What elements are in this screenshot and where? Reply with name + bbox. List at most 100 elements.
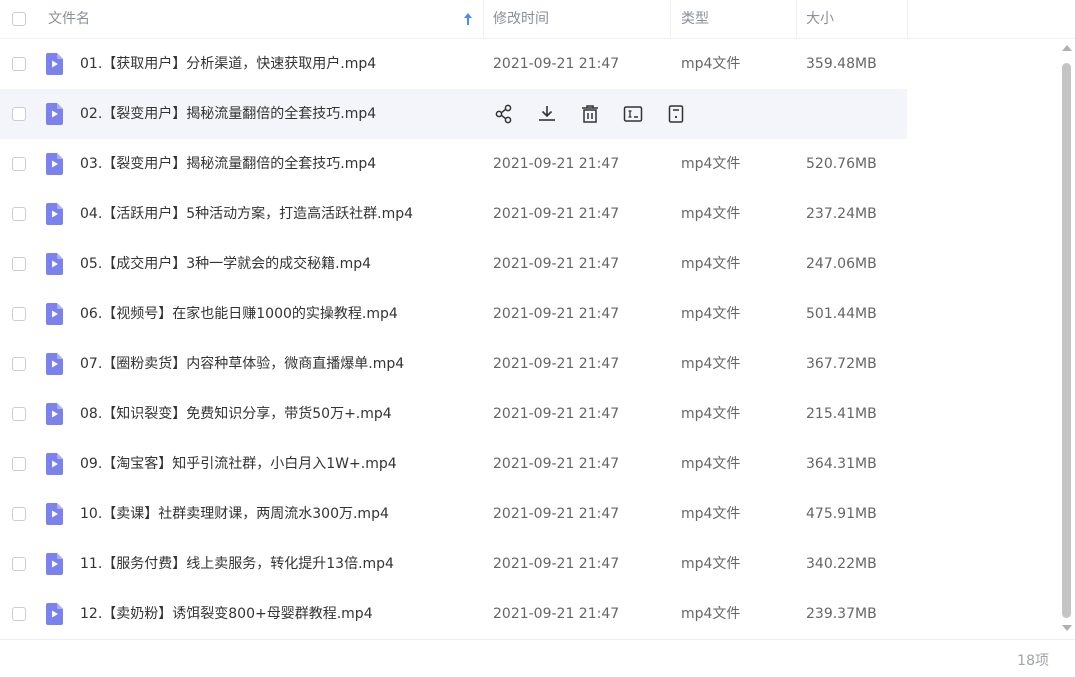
- column-header-time[interactable]: 修改时间: [493, 0, 549, 38]
- file-type: mp4文件: [681, 306, 741, 322]
- select-all-checkbox[interactable]: [12, 12, 26, 26]
- file-modified-time: 2021-09-21 21:47: [493, 256, 620, 272]
- vertical-scrollbar[interactable]: [1058, 39, 1075, 639]
- file-name[interactable]: 06.【视频号】在家也能日赚1000的实操教程.mp4: [80, 289, 398, 339]
- table-row[interactable]: 11.【服务付费】线上卖服务，转化提升13倍.mp4 2021-09-21 21:…: [0, 539, 1055, 589]
- file-type: mp4文件: [681, 506, 741, 522]
- scroll-up-arrow-icon[interactable]: [1062, 45, 1072, 51]
- sort-ascending-icon[interactable]: [463, 12, 473, 26]
- file-size: 475.91MB: [806, 506, 877, 522]
- file-name[interactable]: 07.【圈粉卖货】内容种草体验，微商直播爆单.mp4: [80, 339, 404, 389]
- column-header-name[interactable]: 文件名: [48, 0, 90, 38]
- row-checkbox[interactable]: [12, 607, 26, 621]
- file-size: 367.72MB: [806, 356, 877, 372]
- table-header: 文件名 修改时间 类型 大小: [0, 0, 1075, 39]
- video-file-icon: [44, 503, 64, 525]
- file-size: 520.76MB: [806, 156, 877, 172]
- file-type: mp4文件: [681, 556, 741, 572]
- file-modified-time: 2021-09-21 21:47: [493, 156, 620, 172]
- row-checkbox[interactable]: [12, 507, 26, 521]
- table-row[interactable]: 10.【卖课】社群卖理财课，两周流水300万.mp4 2021-09-21 21:…: [0, 489, 1055, 539]
- video-file-icon: [44, 153, 64, 175]
- row-checkbox[interactable]: [12, 107, 26, 121]
- scroll-down-arrow-icon[interactable]: [1062, 625, 1072, 631]
- delete-icon[interactable]: [579, 103, 601, 125]
- file-size: 215.41MB: [806, 406, 877, 422]
- video-file-icon: [44, 53, 64, 75]
- file-modified-time: 2021-09-21 21:47: [493, 506, 620, 522]
- file-name[interactable]: 02.【裂变用户】揭秘流量翻倍的全套技巧.mp4: [80, 89, 376, 139]
- file-modified-time: 2021-09-21 21:47: [493, 556, 620, 572]
- file-name[interactable]: 11.【服务付费】线上卖服务，转化提升13倍.mp4: [80, 539, 394, 589]
- file-modified-time: 2021-09-21 21:47: [493, 356, 620, 372]
- table-row[interactable]: 08.【知识裂变】免费知识分享，带货50万+.mp4 2021-09-21 21:…: [0, 389, 1055, 439]
- file-type: mp4文件: [681, 356, 741, 372]
- column-divider: [907, 0, 908, 38]
- row-checkbox[interactable]: [12, 57, 26, 71]
- file-name[interactable]: 05.【成交用户】3种一学就会的成交秘籍.mp4: [80, 239, 371, 289]
- file-size: 364.31MB: [806, 456, 877, 472]
- file-name[interactable]: 03.【裂变用户】揭秘流量翻倍的全套技巧.mp4: [80, 139, 376, 189]
- video-file-icon: [44, 303, 64, 325]
- row-checkbox[interactable]: [12, 157, 26, 171]
- table-row[interactable]: 05.【成交用户】3种一学就会的成交秘籍.mp4 2021-09-21 21:47…: [0, 239, 1055, 289]
- row-checkbox[interactable]: [12, 457, 26, 471]
- video-file-icon: [44, 203, 64, 225]
- file-type: mp4文件: [681, 56, 741, 72]
- table-row[interactable]: 04.【活跃用户】5种活动方案，打造高活跃社群.mp4 2021-09-21 21…: [0, 189, 1055, 239]
- row-checkbox[interactable]: [12, 357, 26, 371]
- column-divider: [483, 0, 484, 38]
- table-row[interactable]: 09.【淘宝客】知乎引流社群，小白月入1W+.mp4 2021-09-21 21:…: [0, 439, 1055, 489]
- video-file-icon: [44, 603, 64, 625]
- file-size: 359.48MB: [806, 56, 877, 72]
- file-modified-time: 2021-09-21 21:47: [493, 456, 620, 472]
- table-row[interactable]: 12.【卖奶粉】诱饵裂变800+母婴群教程.mp4 2021-09-21 21:4…: [0, 589, 1055, 639]
- more-icon[interactable]: [665, 103, 687, 125]
- file-modified-time: 2021-09-21 21:47: [493, 406, 620, 422]
- file-type: mp4文件: [681, 606, 741, 622]
- table-row[interactable]: 06.【视频号】在家也能日赚1000的实操教程.mp4 2021-09-21 21…: [0, 289, 1055, 339]
- row-checkbox[interactable]: [12, 557, 26, 571]
- table-row[interactable]: 01.【获取用户】分析渠道，快速获取用户.mp4 2021-09-21 21:47…: [0, 39, 1055, 89]
- file-modified-time: 2021-09-21 21:47: [493, 206, 620, 222]
- row-checkbox[interactable]: [12, 257, 26, 271]
- file-name[interactable]: 01.【获取用户】分析渠道，快速获取用户.mp4: [80, 39, 376, 89]
- row-checkbox[interactable]: [12, 307, 26, 321]
- video-file-icon: [44, 253, 64, 275]
- file-type: mp4文件: [681, 406, 741, 422]
- row-checkbox[interactable]: [12, 407, 26, 421]
- file-size: 340.22MB: [806, 556, 877, 572]
- table-row[interactable]: 03.【裂变用户】揭秘流量翻倍的全套技巧.mp4 2021-09-21 21:47…: [0, 139, 1055, 189]
- row-checkbox[interactable]: [12, 207, 26, 221]
- file-name[interactable]: 09.【淘宝客】知乎引流社群，小白月入1W+.mp4: [80, 439, 397, 489]
- video-file-icon: [44, 103, 64, 125]
- rename-icon[interactable]: [622, 103, 644, 125]
- share-icon[interactable]: [493, 103, 515, 125]
- download-icon[interactable]: [536, 103, 558, 125]
- scrollbar-thumb[interactable]: [1062, 63, 1071, 618]
- file-name[interactable]: 08.【知识裂变】免费知识分享，带货50万+.mp4: [80, 389, 392, 439]
- column-header-type[interactable]: 类型: [681, 0, 709, 38]
- file-name[interactable]: 04.【活跃用户】5种活动方案，打造高活跃社群.mp4: [80, 189, 413, 239]
- file-size: 237.24MB: [806, 206, 877, 222]
- column-divider: [670, 0, 671, 38]
- file-size: 239.37MB: [806, 606, 877, 622]
- video-file-icon: [44, 553, 64, 575]
- column-header-size[interactable]: 大小: [806, 0, 834, 38]
- footer-divider: [0, 639, 1075, 640]
- file-size: 501.44MB: [806, 306, 877, 322]
- file-modified-time: 2021-09-21 21:47: [493, 56, 620, 72]
- table-row[interactable]: 07.【圈粉卖货】内容种草体验，微商直播爆单.mp4 2021-09-21 21:…: [0, 339, 1055, 389]
- file-type: mp4文件: [681, 206, 741, 222]
- table-row[interactable]: 02.【裂变用户】揭秘流量翻倍的全套技巧.mp4: [0, 89, 907, 139]
- video-file-icon: [44, 353, 64, 375]
- video-file-icon: [44, 403, 64, 425]
- file-size: 247.06MB: [806, 256, 877, 272]
- file-modified-time: 2021-09-21 21:47: [493, 606, 620, 622]
- file-modified-time: 2021-09-21 21:47: [493, 306, 620, 322]
- file-name[interactable]: 12.【卖奶粉】诱饵裂变800+母婴群教程.mp4: [80, 589, 373, 639]
- file-type: mp4文件: [681, 456, 741, 472]
- column-divider: [796, 0, 797, 38]
- file-name[interactable]: 10.【卖课】社群卖理财课，两周流水300万.mp4: [80, 489, 389, 539]
- file-type: mp4文件: [681, 256, 741, 272]
